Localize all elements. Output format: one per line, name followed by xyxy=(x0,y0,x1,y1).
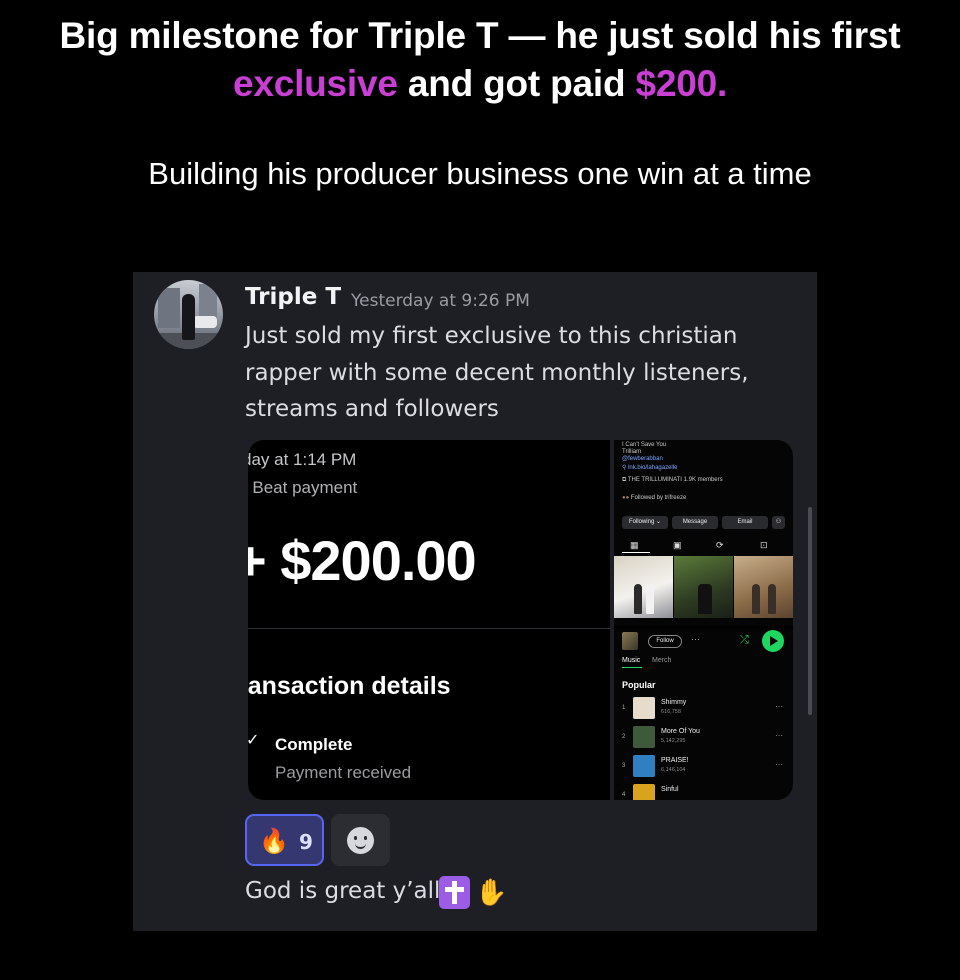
discord-message-panel: Triple T Yesterday at 9:26 PM Just sold … xyxy=(133,272,817,931)
reaction-count: 9 xyxy=(299,830,313,854)
more-options-icon[interactable]: ··· xyxy=(775,702,783,711)
follower-avatars-icon: ●● xyxy=(622,495,631,501)
track-cover xyxy=(633,755,655,777)
ig-followed-by-text: Followed by trifreeze xyxy=(630,495,687,501)
followup-message-text: God is great y’all xyxy=(245,878,441,904)
popular-heading: Popular xyxy=(622,680,656,690)
track-number: 2 xyxy=(622,734,626,740)
ig-community: ⧉ THE TRILLUMINATI 1.9K members xyxy=(622,477,723,484)
track-number: 1 xyxy=(622,705,626,711)
track-title: Shimmy xyxy=(661,699,687,706)
track-cover xyxy=(633,784,655,800)
saluting-face-icon: ✋ xyxy=(475,878,508,908)
ig-following-button[interactable]: Following ⌄ xyxy=(622,516,668,529)
track-cover xyxy=(633,726,655,748)
ig-name: Trilliam xyxy=(622,449,642,455)
track-number: 3 xyxy=(622,763,626,769)
track-title: More Of You xyxy=(661,728,700,735)
artist-thumbnail[interactable] xyxy=(622,632,638,650)
payment-screenshot-attachment[interactable]: day at 1:14 PM r Beat payment + $200.00 … xyxy=(248,440,610,800)
username[interactable]: Triple T xyxy=(245,284,341,310)
ig-link[interactable]: ⚲ lnk.bio/lahagazelle xyxy=(622,465,677,472)
reels-icon[interactable]: ▣ xyxy=(673,540,682,551)
ig-link-text: lnk.bio/lahagazelle xyxy=(628,465,678,471)
ig-email-button[interactable]: Email xyxy=(722,516,768,529)
more-options-icon[interactable]: ··· xyxy=(691,634,700,644)
check-icon: ✓ xyxy=(248,730,260,749)
fire-reaction-button[interactable]: 🔥 9 xyxy=(245,814,324,866)
shuffle-icon[interactable]: ⤮ xyxy=(740,634,749,647)
grid-icon[interactable]: ▦ xyxy=(630,540,639,551)
headline-line-2: exclusive and got paid $200. xyxy=(0,60,960,108)
ig-message-button[interactable]: Message xyxy=(672,516,718,529)
ig-post-thumbnail[interactable] xyxy=(674,556,733,618)
track-title: Sinful xyxy=(661,786,679,793)
spotify-tab-music[interactable]: Music xyxy=(622,657,640,664)
payment-date: day at 1:14 PM xyxy=(248,450,357,469)
reposts-icon[interactable]: ⟳ xyxy=(716,540,724,551)
ig-community-text: THE TRILLUMINATI 1.9K members xyxy=(627,477,723,483)
scrollbar[interactable] xyxy=(808,507,812,715)
smiley-icon xyxy=(347,827,374,854)
fire-icon: 🔥 xyxy=(259,827,289,855)
spotify-follow-button[interactable]: Follow xyxy=(648,635,682,648)
tagged-icon[interactable]: ⊡ xyxy=(760,540,768,551)
track-plays: 616,758 xyxy=(661,709,681,715)
transaction-details-heading: ransaction details xyxy=(248,672,451,700)
track-plays: 6,146,104 xyxy=(661,767,686,773)
track-row[interactable]: 1 Shimmy 616,758 ··· xyxy=(614,696,793,722)
more-options-icon[interactable]: ··· xyxy=(775,731,783,740)
message-text: Just sold my first exclusive to this chr… xyxy=(245,323,749,422)
track-number: 4 xyxy=(622,792,626,798)
track-row[interactable]: 4 Sinful xyxy=(614,783,793,800)
headline-line-1: Big milestone for Triple T — he just sol… xyxy=(59,15,901,56)
headline-middle: and got paid xyxy=(397,63,636,104)
message-timestamp: Yesterday at 9:26 PM xyxy=(351,291,530,311)
track-row[interactable]: 2 More Of You 5,142,295 ··· xyxy=(614,725,793,751)
track-title: PRAISE! xyxy=(661,757,689,764)
track-row[interactable]: 3 PRAISE! 6,146,104 ··· xyxy=(614,754,793,780)
headline-accent-exclusive: exclusive xyxy=(232,63,398,104)
payment-description: r Beat payment xyxy=(248,478,358,497)
ig-handle[interactable]: @fewberabban xyxy=(622,456,663,463)
headline-accent-amount: $200. xyxy=(635,63,728,104)
profile-screenshot-attachment[interactable]: I Can't Save You Trilliam @fewberabban ⚲… xyxy=(614,440,793,800)
payment-status: Complete xyxy=(275,735,353,754)
divider xyxy=(248,628,610,629)
ig-post-thumbnail[interactable] xyxy=(614,556,673,618)
track-cover xyxy=(633,697,655,719)
spotify-tab-merch[interactable]: Merch xyxy=(652,657,671,664)
cross-icon xyxy=(439,876,470,909)
more-options-icon[interactable]: ··· xyxy=(775,760,783,769)
ig-followed-by: ●● Followed by trifreeze xyxy=(622,495,686,502)
caption-subheadline: Building his producer business one win a… xyxy=(148,156,812,191)
ig-post-thumbnail[interactable] xyxy=(734,556,793,618)
caption-headline: Big milestone for Triple T — he just sol… xyxy=(0,12,960,108)
add-reaction-button[interactable] xyxy=(331,814,390,866)
play-button[interactable] xyxy=(762,630,784,652)
ig-tabs: ▦ ▣ ⟳ ⊡ xyxy=(614,536,793,554)
add-person-icon[interactable]: ⚇ xyxy=(772,516,785,529)
payment-status-sub: Payment received xyxy=(275,763,412,782)
ig-bio-line: I Can't Save You xyxy=(622,442,667,448)
payment-amount: + $200.00 xyxy=(248,529,477,592)
avatar[interactable] xyxy=(154,280,223,349)
track-plays: 5,142,295 xyxy=(661,738,686,744)
